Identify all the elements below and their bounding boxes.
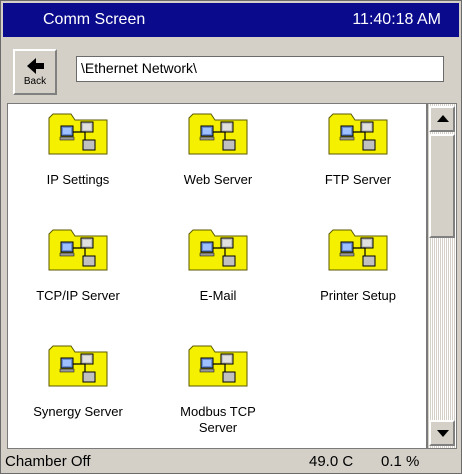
folder-label: Web Server	[183, 172, 253, 187]
folder-item-modbus-tcp-server[interactable]: Modbus TCP Server	[148, 336, 288, 446]
scroll-up-button[interactable]	[429, 106, 455, 132]
toolbar: Back \Ethernet Network\	[3, 37, 459, 103]
folder-item-ftp-server[interactable]: FTP Server	[288, 104, 426, 214]
network-folder-icon	[188, 229, 248, 271]
folder-label: Printer Setup	[320, 288, 396, 303]
folder-label: E-Mail	[199, 288, 237, 303]
folder-item-ip-settings[interactable]: IP Settings	[8, 104, 148, 214]
scroll-thumb[interactable]	[429, 134, 455, 238]
folder-item-printer-setup[interactable]: Printer Setup	[288, 220, 426, 330]
folder-grid: IP Settings Web Server FTP Server TCP/IP…	[7, 103, 427, 449]
title-bar: Comm Screen 11:40:18 AM	[3, 3, 459, 37]
network-folder-icon	[48, 113, 108, 155]
folder-item-web-server[interactable]: Web Server	[148, 104, 288, 214]
temperature-readout: 49.0 C	[309, 453, 354, 470]
folder-label: Modbus TCP Server	[180, 404, 256, 435]
folder-item-synergy-server[interactable]: Synergy Server	[8, 336, 148, 446]
comm-screen-window: Comm Screen 11:40:18 AM Back \Ethernet N…	[0, 0, 462, 474]
network-folder-icon	[48, 345, 108, 387]
path-field[interactable]: \Ethernet Network\	[76, 56, 444, 82]
chamber-status: Chamber Off	[5, 453, 91, 470]
folder-label: TCP/IP Server	[36, 288, 120, 303]
network-folder-icon	[48, 229, 108, 271]
back-arrow-icon	[27, 58, 44, 74]
status-bar: Chamber Off 49.0 C 0.1 %	[3, 449, 459, 473]
up-arrow-icon	[437, 115, 449, 122]
network-folder-icon	[328, 229, 388, 271]
scroll-down-button[interactable]	[429, 420, 455, 446]
network-folder-icon	[188, 113, 248, 155]
folder-item-tcp-ip-server[interactable]: TCP/IP Server	[8, 220, 148, 330]
back-button[interactable]: Back	[13, 49, 57, 95]
clock-time: 11:40:18 AM	[352, 11, 441, 28]
folder-label: FTP Server	[324, 172, 392, 187]
down-arrow-icon	[437, 430, 449, 437]
folder-label: IP Settings	[46, 172, 110, 187]
window-title: Comm Screen	[43, 11, 146, 28]
folder-item-e-mail[interactable]: E-Mail	[148, 220, 288, 330]
back-button-label: Back	[23, 76, 47, 87]
percent-readout: 0.1 %	[381, 453, 420, 470]
folder-label: Synergy Server	[33, 404, 123, 419]
vertical-scrollbar[interactable]	[427, 103, 457, 449]
network-folder-icon	[328, 113, 388, 155]
network-folder-icon	[188, 345, 248, 387]
